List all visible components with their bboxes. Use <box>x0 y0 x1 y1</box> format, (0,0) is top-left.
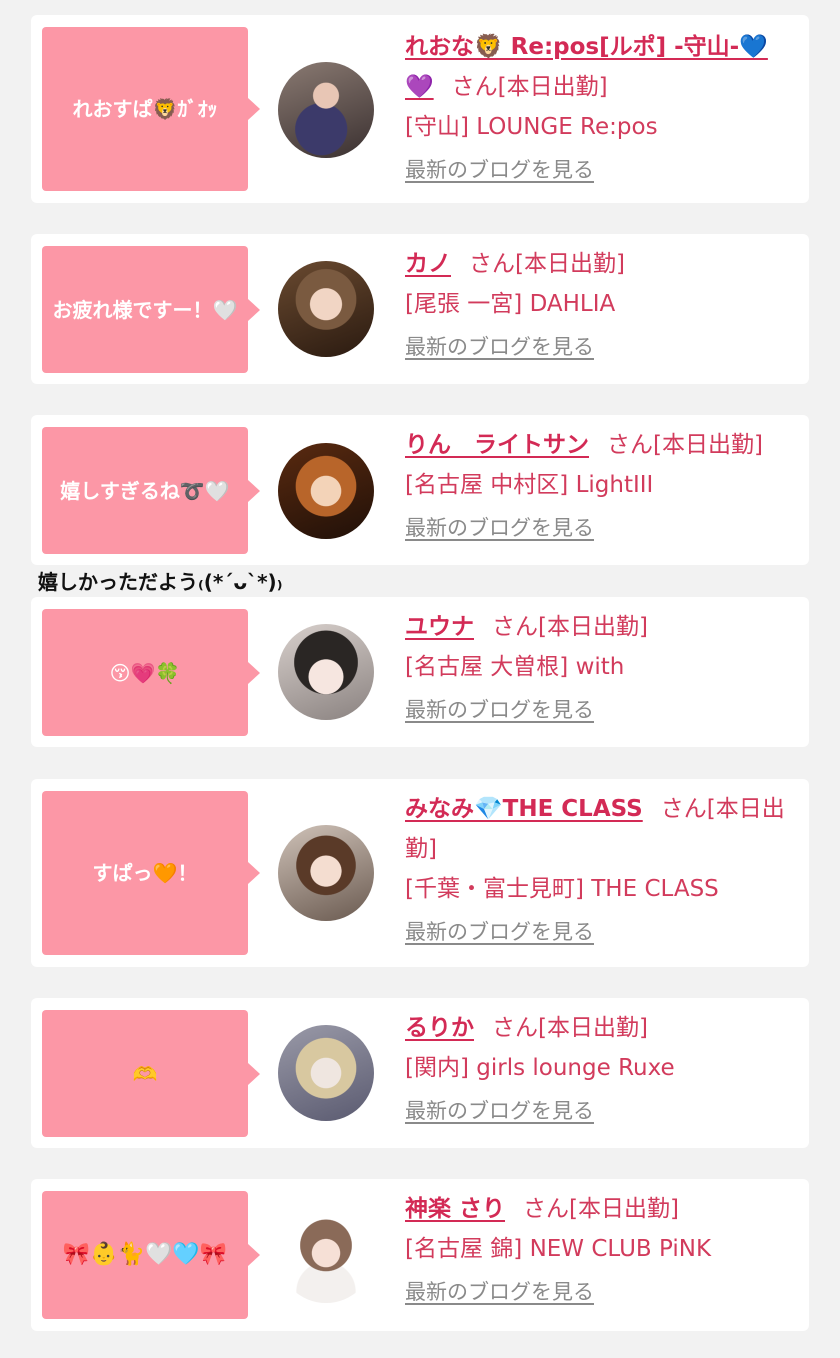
girl-name-link[interactable]: ユウナ <box>405 614 474 640</box>
girl-info: みなみ💎THE CLASS さん[本日出勤] [千葉・富士見町] THE CLAS… <box>405 789 789 947</box>
girl-info: カノ さん[本日出勤] [尾張 一宮] DAHLIA 最新のブログを見る <box>405 244 789 362</box>
honorific: さん <box>469 251 515 277</box>
comment-bubble: すぱっ🧡！ <box>42 791 260 955</box>
comment-bubble: 😚💗🍀 <box>42 609 260 736</box>
status-text: [本日出勤] <box>515 251 625 277</box>
girl-card: 🫶 るりか さん[本日出勤] [関内] girls lounge Ruxe 最新の… <box>31 998 809 1148</box>
girl-card: 😚💗🍀 ユウナ さん[本日出勤] [名古屋 大曽根] with 最新のブログを見る <box>31 597 809 747</box>
shop-text: [関内] girls lounge Ruxe <box>405 1055 675 1081</box>
blog-link[interactable]: 最新のブログを見る <box>405 513 594 543</box>
blog-link[interactable]: 最新のブログを見る <box>405 917 594 947</box>
girl-info: るりか さん[本日出勤] [関内] girls lounge Ruxe 最新のブロ… <box>405 1008 789 1126</box>
comment-text: 嬉しかっただよう₍(*´ᴗ`*)₎ <box>38 570 283 594</box>
honorific: さん <box>523 1196 570 1222</box>
shop-text: [守山] LOUNGE Re:pos <box>405 114 658 140</box>
girl-info: れおな🦁 Re:pos[ルポ] -守山-💙💜 さん[本日出勤] [守山] LOUN… <box>405 27 789 185</box>
comment-bubble: れおすぱ🦁ｶﾞｵｯ <box>42 27 260 191</box>
comment-bubble: 嬉しすぎるね➰🤍 <box>42 427 260 554</box>
girl-name-link[interactable]: みなみ💎THE CLASS <box>405 796 643 822</box>
girl-name-link[interactable]: 神楽 さり <box>405 1196 505 1222</box>
avatar[interactable] <box>278 1207 374 1303</box>
avatar[interactable] <box>278 1025 374 1121</box>
honorific: さん <box>451 74 498 100</box>
girl-card: れおすぱ🦁ｶﾞｵｯ れおな🦁 Re:pos[ルポ] -守山-💙💜 さん[本日出勤]… <box>31 15 809 203</box>
girl-card: お疲れ様ですー！🤍 カノ さん[本日出勤] [尾張 一宮] DAHLIA 最新のブ… <box>31 234 809 384</box>
avatar[interactable] <box>278 261 374 357</box>
honorific: さん <box>607 432 653 458</box>
comment-bubble: 🫶 <box>42 1010 260 1137</box>
girl-card: すぱっ🧡！ みなみ💎THE CLASS さん[本日出勤] [千葉・富士見町] TH… <box>31 779 809 967</box>
shop-text: [名古屋 大曽根] with <box>405 654 625 680</box>
status-text: [本日出勤] <box>497 74 608 100</box>
blog-link[interactable]: 最新のブログを見る <box>405 1096 594 1126</box>
shop-text: [名古屋 中村区] LightIII <box>405 472 654 498</box>
honorific: さん <box>492 1015 538 1041</box>
avatar[interactable] <box>278 825 374 921</box>
blog-link[interactable]: 最新のブログを見る <box>405 1277 594 1307</box>
status-text: [本日出勤] <box>538 1015 648 1041</box>
girl-info: りん ライトサン さん[本日出勤] [名古屋 中村区] LightIII 最新のブ… <box>405 425 789 543</box>
honorific: さん <box>492 614 538 640</box>
status-text: [本日出勤] <box>538 614 648 640</box>
blog-link[interactable]: 最新のブログを見る <box>405 155 594 185</box>
shop-text: [名古屋 錦] NEW CLUB PiNK <box>405 1236 712 1262</box>
girl-name-link[interactable]: りん ライトサン <box>405 432 589 458</box>
blog-link[interactable]: 最新のブログを見る <box>405 695 594 725</box>
girl-info: ユウナ さん[本日出勤] [名古屋 大曽根] with 最新のブログを見る <box>405 607 789 725</box>
comment-bubble: お疲れ様ですー！🤍 <box>42 246 260 373</box>
avatar[interactable] <box>278 443 374 539</box>
shop-text: [尾張 一宮] DAHLIA <box>405 291 616 317</box>
honorific: さん <box>660 796 707 822</box>
comment-bubble: 🎀👶🐈🤍🩵🎀 <box>42 1191 260 1319</box>
girl-card: 🎀👶🐈🤍🩵🎀 神楽 さり さん[本日出勤] [名古屋 錦] NEW CLUB Pi… <box>31 1179 809 1331</box>
avatar[interactable] <box>278 624 374 720</box>
girl-name-link[interactable]: カノ <box>405 251 451 277</box>
status-text: [本日出勤] <box>569 1196 679 1222</box>
girl-info: 神楽 さり さん[本日出勤] [名古屋 錦] NEW CLUB PiNK 最新のブ… <box>405 1189 789 1307</box>
avatar[interactable] <box>278 62 374 158</box>
girl-card: 嬉しすぎるね➰🤍 りん ライトサン さん[本日出勤] [名古屋 中村区] Ligh… <box>31 415 809 565</box>
blog-link[interactable]: 最新のブログを見る <box>405 332 594 362</box>
girl-name-link[interactable]: るりか <box>405 1015 474 1041</box>
shop-text: [千葉・富士見町] THE CLASS <box>405 876 719 902</box>
status-text: [本日出勤] <box>653 432 763 458</box>
